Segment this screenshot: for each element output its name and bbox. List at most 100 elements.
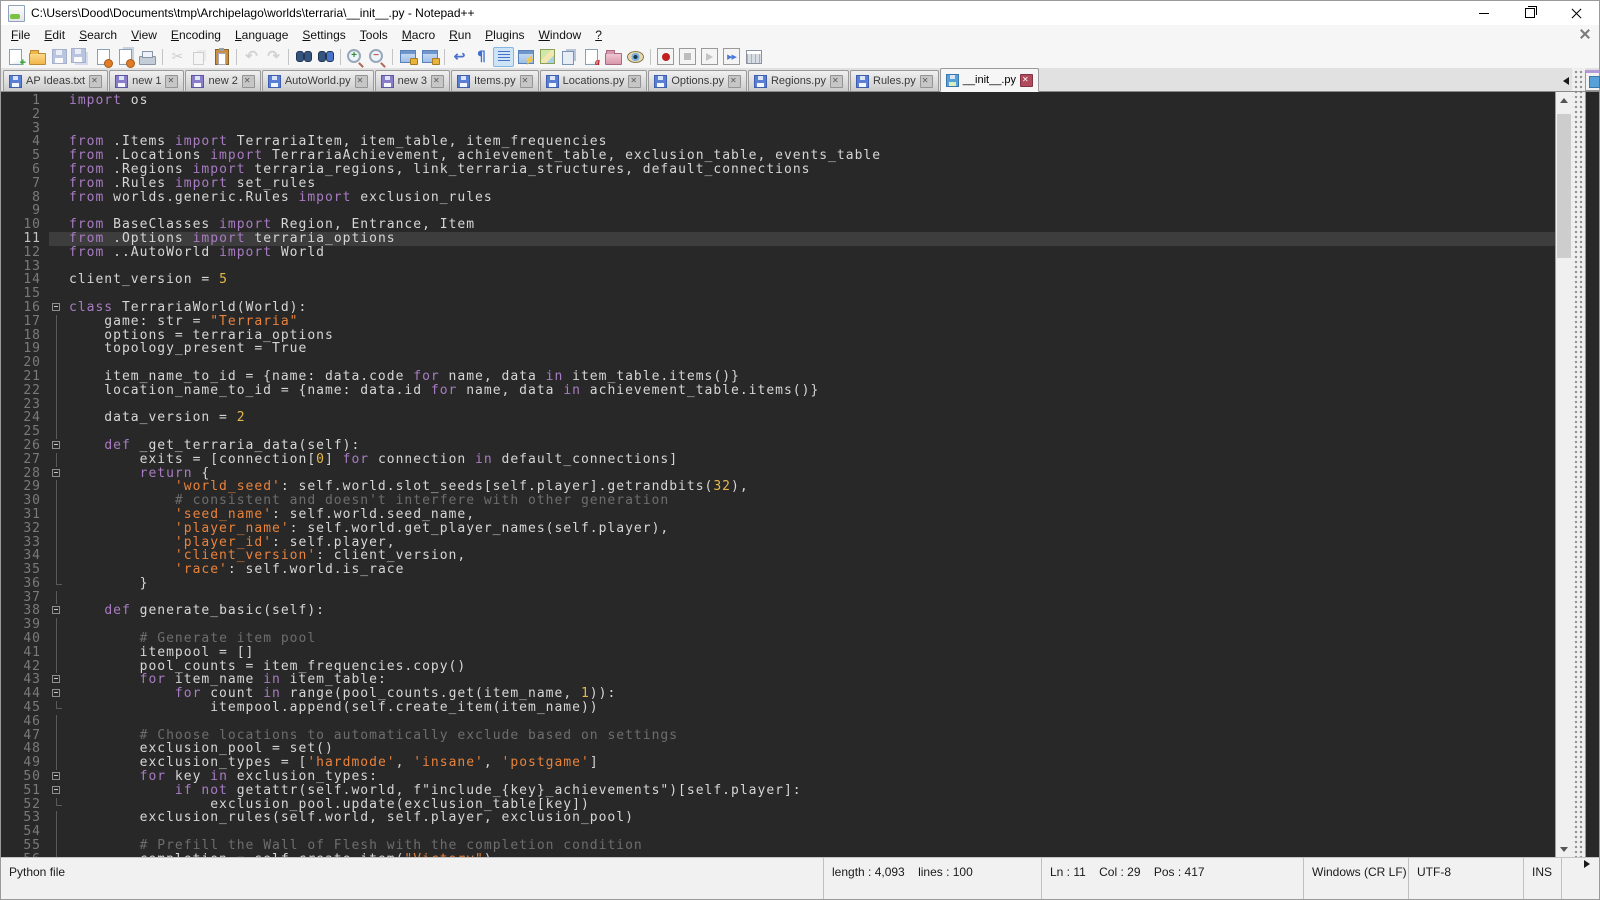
fold-marker-icon[interactable] xyxy=(49,770,65,784)
find-button[interactable] xyxy=(293,47,314,67)
code-line[interactable]: 33 'player_id': self.player, xyxy=(1,536,1555,550)
code-line[interactable]: 7 from .Rules import set_rules xyxy=(1,177,1555,191)
code-text[interactable] xyxy=(65,260,1555,274)
code-text[interactable]: for count in range(pool_counts.get(item_… xyxy=(65,687,1555,701)
line-number[interactable]: 20 xyxy=(1,356,49,370)
tab-close-icon[interactable] xyxy=(1020,74,1033,87)
line-number[interactable]: 23 xyxy=(1,398,49,412)
tab-close-icon[interactable] xyxy=(165,75,178,88)
code-text[interactable]: def generate_basic(self): xyxy=(65,604,1555,618)
line-number[interactable]: 41 xyxy=(1,646,49,660)
code-line[interactable]: 55 # Prefill the Wall of Flesh with the … xyxy=(1,839,1555,853)
code-text[interactable]: 'seed_name': self.world.seed_name, xyxy=(65,508,1555,522)
tab-autoworld-py[interactable]: AutoWorld.py xyxy=(262,70,374,91)
copy-button[interactable] xyxy=(189,47,210,67)
tab-items-py[interactable]: Items.py xyxy=(451,70,539,91)
line-number[interactable]: 16 xyxy=(1,301,49,315)
view-splitter[interactable] xyxy=(1572,92,1585,857)
tab-close-icon[interactable] xyxy=(920,75,933,88)
line-number[interactable]: 31 xyxy=(1,508,49,522)
code-text[interactable] xyxy=(65,122,1555,136)
fold-marker-icon[interactable] xyxy=(49,687,65,701)
close-file-button[interactable] xyxy=(93,47,114,67)
scrollbar-thumb[interactable] xyxy=(1557,114,1571,258)
fold-marker-icon[interactable] xyxy=(49,439,65,453)
menu-item-edit[interactable]: Edit xyxy=(37,26,72,44)
line-number[interactable]: 42 xyxy=(1,660,49,674)
fold-marker-icon[interactable] xyxy=(49,467,65,481)
zoom-out-button[interactable] xyxy=(367,47,388,67)
tab-close-icon[interactable] xyxy=(355,75,368,88)
code-text[interactable]: from .Rules import set_rules xyxy=(65,177,1555,191)
macro-stop-button[interactable] xyxy=(677,47,698,67)
fold-marker-icon[interactable] xyxy=(49,604,65,618)
code-line[interactable]: 27 exits = [connection[0] for connection… xyxy=(1,453,1555,467)
tab-init-py[interactable]: __init__.py xyxy=(940,68,1039,92)
line-number[interactable]: 5 xyxy=(1,149,49,163)
tab-new-1[interactable]: new 1 xyxy=(109,70,184,91)
code-text[interactable]: exits = [connection[0] for connection in… xyxy=(65,453,1555,467)
code-text[interactable] xyxy=(65,825,1555,839)
code-line[interactable]: 43 for item_name in item_table: xyxy=(1,673,1555,687)
menu-item-macro[interactable]: Macro xyxy=(395,26,442,44)
file-monitoring-button[interactable] xyxy=(625,47,646,67)
folder-as-workspace-button[interactable] xyxy=(603,47,624,67)
fold-marker-icon[interactable] xyxy=(49,301,65,315)
line-number[interactable]: 21 xyxy=(1,370,49,384)
code-text[interactable]: item_name_to_id = {name: data.code for n… xyxy=(65,370,1555,384)
code-line[interactable]: 24 data_version = 2 xyxy=(1,411,1555,425)
line-number[interactable]: 34 xyxy=(1,549,49,563)
code-line[interactable]: 54 xyxy=(1,825,1555,839)
code-text[interactable] xyxy=(65,425,1555,439)
code-text[interactable]: } xyxy=(65,577,1555,591)
code-text[interactable]: location_name_to_id = {name: data.id for… xyxy=(65,384,1555,398)
code-line[interactable]: 18 options = terraria_options xyxy=(1,329,1555,343)
tab-close-icon[interactable] xyxy=(728,75,741,88)
code-line[interactable]: 30 # consistent and doesn't interfere wi… xyxy=(1,494,1555,508)
line-number[interactable]: 54 xyxy=(1,825,49,839)
line-number[interactable]: 30 xyxy=(1,494,49,508)
line-number[interactable]: 25 xyxy=(1,425,49,439)
line-number[interactable]: 35 xyxy=(1,563,49,577)
save-all-button[interactable] xyxy=(71,47,92,67)
code-line[interactable]: 8from worlds.generic.Rules import exclus… xyxy=(1,191,1555,205)
line-number[interactable]: 7 xyxy=(1,177,49,191)
line-number[interactable]: 18 xyxy=(1,329,49,343)
scroll-up-button[interactable] xyxy=(1556,92,1572,108)
line-number[interactable]: 10 xyxy=(1,218,49,232)
code-text[interactable]: from BaseClasses import Region, Entrance… xyxy=(65,218,1555,232)
maximize-button[interactable] xyxy=(1507,1,1553,25)
sync-scroll-horizontal-button[interactable] xyxy=(419,47,440,67)
code-text[interactable]: client_version = 5 xyxy=(65,273,1555,287)
code-line[interactable]: 41 itempool = [] xyxy=(1,646,1555,660)
menu-item-[interactable]: ? xyxy=(588,26,609,44)
line-number[interactable]: 15 xyxy=(1,287,49,301)
line-number[interactable]: 3 xyxy=(1,122,49,136)
code-line[interactable]: 35 'race': self.world.is_race xyxy=(1,563,1555,577)
code-line[interactable]: 31 'seed_name': self.world.seed_name, xyxy=(1,508,1555,522)
code-line[interactable]: 11from .Options import terraria_options xyxy=(1,232,1555,246)
second-view-tab[interactable] xyxy=(1585,70,1599,91)
code-line[interactable]: 29 'world_seed': self.world.slot_seeds[s… xyxy=(1,480,1555,494)
close-all-button[interactable] xyxy=(115,47,136,67)
code-text[interactable]: game: str = "Terraria" xyxy=(65,315,1555,329)
code-line[interactable]: 25 xyxy=(1,425,1555,439)
menu-item-language[interactable]: Language xyxy=(228,26,295,44)
word-wrap-button[interactable] xyxy=(449,47,470,67)
code-line[interactable]: 10 from BaseClasses import Region, Entran… xyxy=(1,218,1555,232)
paste-button[interactable] xyxy=(211,47,232,67)
code-text[interactable]: exclusion_pool = set() xyxy=(65,742,1555,756)
line-number[interactable]: 55 xyxy=(1,839,49,853)
document-map-button[interactable] xyxy=(537,47,558,67)
line-number[interactable]: 49 xyxy=(1,756,49,770)
close-button[interactable] xyxy=(1553,1,1599,25)
code-line[interactable]: 3 xyxy=(1,122,1555,136)
vertical-scrollbar[interactable] xyxy=(1555,92,1572,857)
code-text[interactable]: 'player_id': self.player, xyxy=(65,536,1555,550)
tab-regions-py[interactable]: Regions.py xyxy=(748,70,849,91)
code-text[interactable]: # consistent and doesn't interfere with … xyxy=(65,494,1555,508)
redo-button[interactable] xyxy=(263,47,284,67)
code-text[interactable]: return { xyxy=(65,467,1555,481)
code-text[interactable]: itempool.append(self.create_item(item_na… xyxy=(65,701,1555,715)
line-number[interactable]: 43 xyxy=(1,673,49,687)
